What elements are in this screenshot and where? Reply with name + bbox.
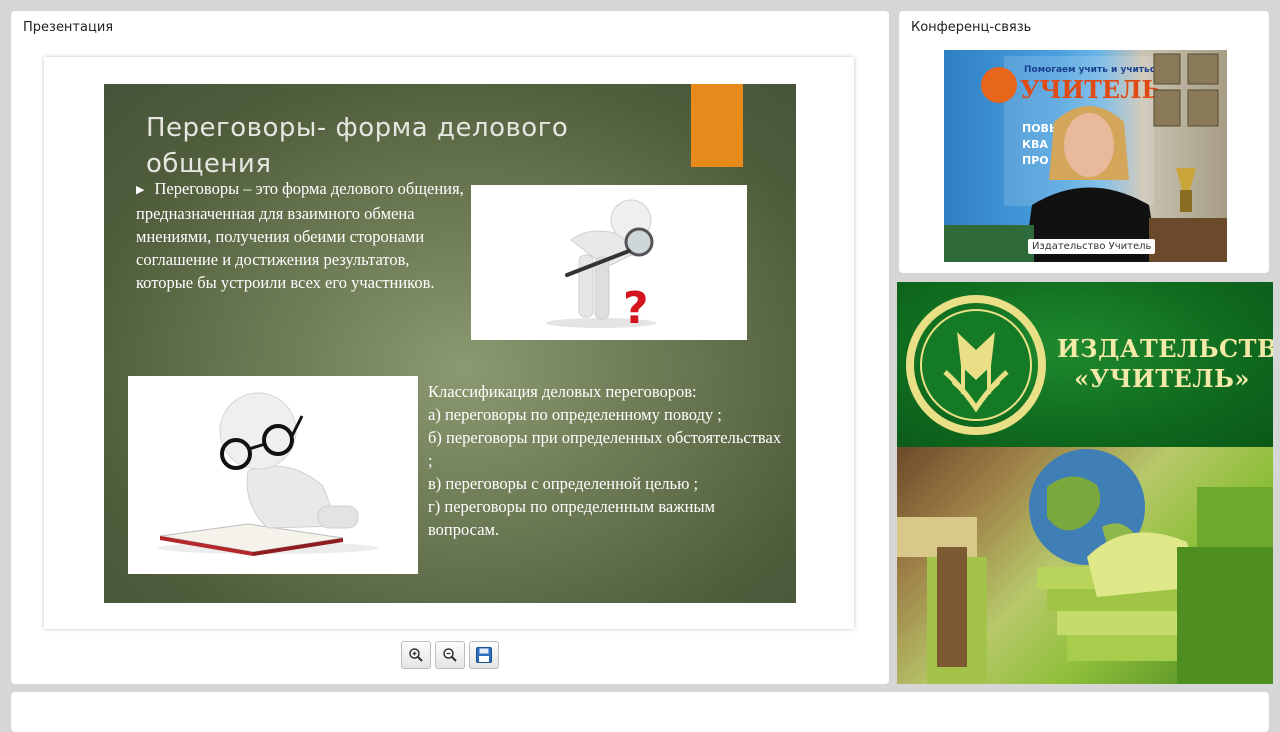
presentation-panel: Презентация Переговоры- форма делового о…: [11, 11, 889, 684]
classification-title: Классификация деловых переговоров:: [428, 382, 697, 401]
logo-banner: ИЗДАТЕЛЬСТВО «УЧИТЕЛЬ»: [897, 282, 1273, 447]
publisher-name-line: «УЧИТЕЛЬ»: [1074, 364, 1250, 393]
save-icon: [476, 647, 492, 663]
slide-title: Переговоры- форма делового общения: [146, 113, 569, 179]
classification-item: б) переговоры при определенных обстоятел…: [428, 428, 782, 470]
presentation-panel-title: Презентация: [23, 20, 114, 35]
slide-toolbar: [401, 641, 499, 669]
video-feed[interactable]: Помогаем учить и учиться УЧИТЕЛЬ ПОВЫ КВ…: [944, 50, 1227, 262]
banner-fragment: ПРО: [1022, 154, 1049, 167]
slide-accent-block: [691, 84, 743, 167]
publisher-name: ИЗДАТЕЛЬСТВО «УЧИТЕЛЬ»: [1057, 334, 1273, 394]
banner-slogan: Помогаем учить и учиться: [1024, 65, 1161, 75]
zoom-out-icon: [443, 648, 457, 662]
conference-panel-title: Конференц-связь: [911, 20, 1032, 35]
svg-text:?: ?: [623, 283, 649, 334]
slide: Переговоры- форма делового общения ▶ Пере…: [104, 84, 796, 603]
conference-panel: Конференц-связь Помогаем учить и учиться…: [899, 11, 1269, 273]
slide-paragraph: ▶ Переговоры – это форма делового общения…: [136, 177, 466, 294]
classification-item: а) переговоры по определенному поводу ;: [428, 405, 722, 424]
publisher-logo-block: ИЗДАТЕЛЬСТВО «УЧИТЕЛЬ»: [897, 282, 1273, 684]
banner-brand: УЧИТЕЛЬ: [1020, 75, 1161, 104]
save-button[interactable]: [469, 641, 499, 669]
publisher-emblem-icon: [906, 295, 1046, 435]
magnifier-figure-image: ?: [471, 185, 747, 340]
classification-item: г) переговоры по определенным важным воп…: [428, 497, 715, 539]
zoom-in-button[interactable]: [401, 641, 431, 669]
classification-block: Классификация деловых переговоров: а) пе…: [428, 380, 788, 541]
books-globe-image: [897, 447, 1273, 684]
zoom-in-icon: [409, 648, 423, 662]
banner-fragment: КВА: [1022, 138, 1048, 151]
reading-figure-image: [128, 376, 418, 574]
classification-item: в) переговоры с определенной целью ;: [428, 474, 699, 493]
zoom-out-button[interactable]: [435, 641, 465, 669]
slide-paragraph-text: Переговоры – это форма делового общения,…: [136, 179, 464, 292]
publisher-name-line: ИЗДАТЕЛЬСТВО: [1057, 334, 1273, 363]
slide-frame: Переговоры- форма делового общения ▶ Пере…: [44, 57, 854, 629]
bullet-icon: ▶: [136, 184, 145, 196]
bottom-panel: [11, 692, 1269, 732]
video-caption: Издательство Учитель: [1028, 239, 1156, 254]
